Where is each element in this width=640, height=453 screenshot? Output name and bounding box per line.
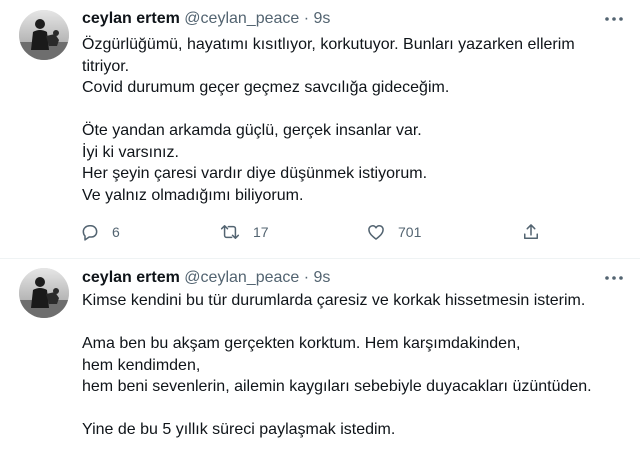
tweet-text-line: Kimse kendini bu tür durumlarda çaresiz …: [82, 292, 586, 309]
separator-dot: ·: [303, 10, 310, 27]
display-name[interactable]: ceylan ertem: [82, 10, 180, 27]
tweet-text-line: hem beni sevenlerin, ailemin kaygıları s…: [82, 378, 592, 395]
tweet-text-line: Her şeyin çaresi vardır diye düşünmek is…: [82, 165, 428, 182]
reply-icon: [82, 225, 98, 241]
like-button[interactable]: 701: [366, 220, 421, 244]
separator-dot: ·: [303, 269, 310, 286]
tweet-text-line: Ama ben bu akşam gerçekten korktum. Hem …: [82, 335, 521, 352]
avatar-photo: [19, 10, 69, 60]
tweet[interactable]: ceylan ertem @ceylan_peace · 9s Özgürlüğ…: [0, 0, 640, 259]
retweet-button[interactable]: 17: [219, 220, 269, 244]
user-handle[interactable]: @ceylan_peace: [184, 10, 299, 27]
retweet-icon: [220, 225, 240, 239]
tweet-header: ceylan ertem @ceylan_peace · 9s: [82, 268, 330, 288]
heart-icon: [368, 225, 384, 240]
tweet-text-line: Özgürlüğümü, hayatımı kısıtlıyor, korkut…: [82, 36, 575, 53]
like-count: 701: [398, 224, 422, 240]
reply-button[interactable]: 6: [80, 220, 120, 244]
share-icon: [524, 224, 538, 239]
display-name[interactable]: ceylan ertem: [82, 269, 180, 286]
share-button[interactable]: [521, 220, 541, 244]
tweet-text: Özgürlüğümü, hayatımı kısıtlıyor, korkut…: [82, 34, 622, 206]
tweet-text-line: hem kendimden,: [82, 356, 201, 374]
tweet-text-line: Öte yandan arkamda güçlü, gerçek insanla…: [82, 122, 422, 139]
more-dots-icon[interactable]: [602, 269, 626, 287]
user-handle[interactable]: @ceylan_peace: [184, 269, 299, 286]
timestamp[interactable]: 9s: [314, 10, 331, 27]
tweet-text-line: Yine de bu 5 yıllık süreci paylaşmak ist…: [82, 421, 396, 438]
tweet-text-line: İyi ki varsınız.: [82, 143, 179, 161]
tweet-header: ceylan ertem @ceylan_peace · 9s: [82, 9, 330, 29]
more-dots-icon[interactable]: [602, 10, 626, 28]
tweet[interactable]: ceylan ertem @ceylan_peace · 9s Kimse ke…: [0, 259, 640, 453]
tweet-actions: 6 17 701: [80, 220, 550, 244]
tweet-text-line: Ve yalnız olmadığımı biliyorum.: [82, 186, 304, 204]
avatar-photo: [19, 268, 69, 318]
retweet-count: 17: [253, 224, 269, 240]
timestamp[interactable]: 9s: [314, 269, 331, 286]
tweet-text-line: Covid durumum geçer geçmez savcılığa gid…: [82, 79, 450, 96]
avatar[interactable]: [19, 10, 69, 60]
avatar[interactable]: [19, 268, 69, 318]
tweet-text: Kimse kendini bu tür durumlarda çaresiz …: [82, 290, 622, 441]
tweet-text-line: titriyor.: [82, 57, 130, 75]
reply-count: 6: [112, 224, 120, 240]
